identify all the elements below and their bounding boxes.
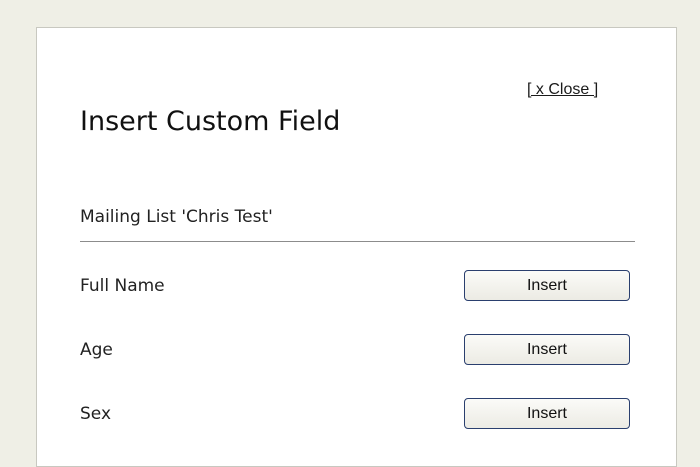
insert-sex-button[interactable]: Insert [464,398,630,429]
divider [80,241,635,242]
mailing-list-heading: Mailing List 'Chris Test' [80,207,273,227]
close-link[interactable]: [ x Close ] [527,80,598,100]
dialog-title: Insert Custom Field [80,106,341,137]
field-row-age: Age Insert [80,334,635,366]
field-label: Age [80,340,113,360]
insert-custom-field-dialog: [ x Close ] Insert Custom Field Mailing … [36,27,677,467]
field-label: Sex [80,404,112,424]
field-row-sex: Sex Insert [80,398,635,430]
field-row-full-name: Full Name Insert [80,270,635,302]
field-label: Full Name [80,276,165,296]
insert-full-name-button[interactable]: Insert [464,270,630,301]
insert-age-button[interactable]: Insert [464,334,630,365]
